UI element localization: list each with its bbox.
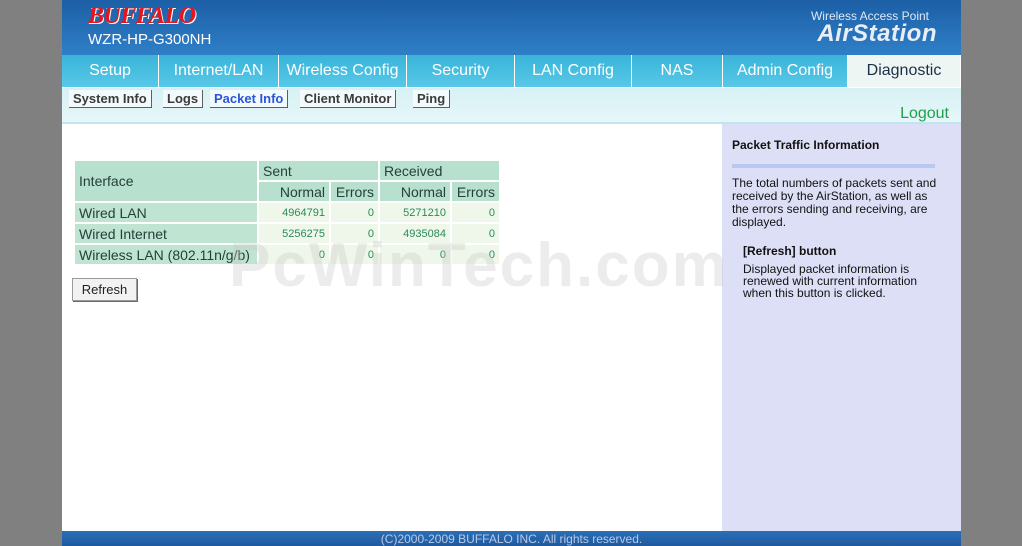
received-normal: 4935084	[380, 224, 450, 243]
header-interface: Interface	[75, 161, 257, 201]
sent-errors: 0	[331, 245, 378, 264]
table-row: Wireless LAN (802.11n/g/b) 0 0 0 0	[75, 245, 499, 264]
header-received-normal: Normal	[380, 182, 450, 201]
tab-security[interactable]: Security	[407, 55, 515, 87]
header-sent-errors: Errors	[331, 182, 378, 201]
tab-diagnostic[interactable]: Diagnostic	[848, 55, 961, 87]
sent-errors: 0	[331, 203, 378, 222]
header-received-errors: Errors	[452, 182, 499, 201]
airstation-logo: AirStation	[817, 20, 937, 47]
subtab-ping[interactable]: Ping	[413, 90, 451, 108]
refresh-button[interactable]: Refresh	[72, 278, 137, 301]
row-interface: Wired Internet	[75, 224, 257, 243]
tab-setup[interactable]: Setup	[62, 55, 159, 87]
sent-errors: 0	[331, 224, 378, 243]
header-received: Received	[380, 161, 499, 180]
buffalo-logo: BUFFALO	[88, 3, 196, 29]
received-errors: 0	[452, 245, 499, 264]
header-bar: BUFFALO WZR-HP-G300NH Wireless Access Po…	[62, 0, 961, 55]
subtab-logs[interactable]: Logs	[163, 90, 204, 108]
tab-lan-config[interactable]: LAN Config	[515, 55, 632, 87]
received-errors: 0	[452, 224, 499, 243]
sent-normal: 4964791	[259, 203, 329, 222]
header-sent-normal: Normal	[259, 182, 329, 201]
tab-internet-lan[interactable]: Internet/LAN	[159, 55, 279, 87]
model-name: WZR-HP-G300NH	[88, 31, 212, 48]
sent-normal: 0	[259, 245, 329, 264]
row-interface: Wireless LAN (802.11n/g/b)	[75, 245, 257, 264]
tab-admin-config[interactable]: Admin Config	[723, 55, 848, 87]
help-text: The total numbers of packets sent and re…	[732, 176, 937, 229]
row-interface: Wired LAN	[75, 203, 257, 222]
subtab-system-info[interactable]: System Info	[69, 90, 152, 108]
header-sent: Sent	[259, 161, 378, 180]
sent-normal: 5256275	[259, 224, 329, 243]
table-row: Wired Internet 5256275 0 4935084 0	[75, 224, 499, 243]
subtab-client-monitor[interactable]: Client Monitor	[300, 90, 397, 108]
sub-navigation: System Info Logs Packet Info Client Moni…	[62, 88, 961, 124]
table-header-row: Interface Sent Received	[75, 161, 499, 201]
received-normal: 0	[380, 245, 450, 264]
subtab-packet-info[interactable]: Packet Info	[210, 90, 289, 108]
router-admin-page: BUFFALO WZR-HP-G300NH Wireless Access Po…	[62, 0, 961, 546]
copyright-footer: (C)2000-2009 BUFFALO INC. All rights res…	[62, 531, 961, 546]
help-title: Packet Traffic Information	[732, 138, 880, 152]
help-panel: Packet Traffic Information The total num…	[722, 124, 961, 531]
packet-table: Interface Sent Received Normal Errors No…	[73, 159, 501, 266]
main-tabs: Setup Internet/LAN Wireless Config Secur…	[62, 55, 961, 88]
help-divider	[732, 164, 935, 168]
tab-nas[interactable]: NAS	[632, 55, 723, 87]
logout-link[interactable]: Logout	[900, 105, 949, 123]
help-refresh-title: [Refresh] button	[743, 244, 837, 258]
table-row: Wired LAN 4964791 0 5271210 0	[75, 203, 499, 222]
help-refresh-text: Displayed packet information is renewed …	[743, 262, 918, 300]
main-content: Interface Sent Received Normal Errors No…	[62, 124, 722, 531]
received-errors: 0	[452, 203, 499, 222]
received-normal: 5271210	[380, 203, 450, 222]
tab-wireless-config[interactable]: Wireless Config	[279, 55, 407, 87]
